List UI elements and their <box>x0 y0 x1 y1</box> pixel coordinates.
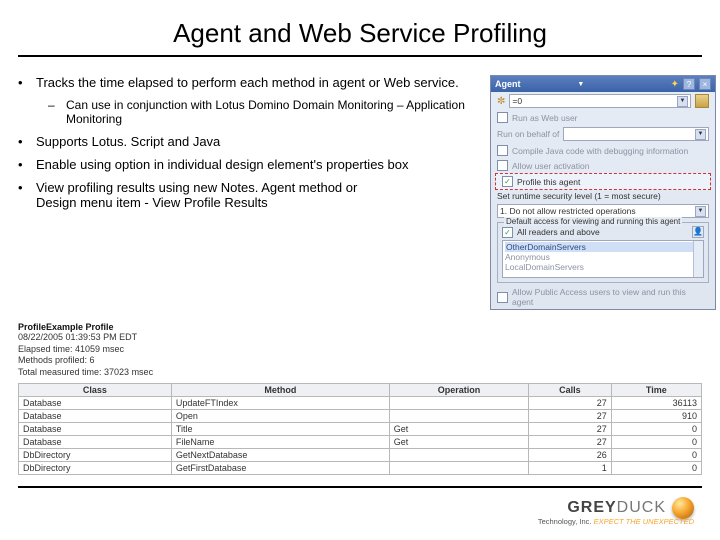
chk-activation-label: Allow user activation <box>512 161 589 171</box>
chevron-down-icon: ▼ <box>695 206 706 217</box>
logo-grey: GREY <box>567 499 616 516</box>
checkbox-activation[interactable] <box>497 160 508 171</box>
logo-sub2: EXPECT THE UNEXPECTED <box>594 517 694 526</box>
database-icon[interactable] <box>695 94 709 108</box>
bullet-1: Tracks the time elapsed to perform each … <box>36 75 480 90</box>
profile-total: Total measured time: 37023 msec <box>18 367 702 379</box>
chk-public-label: Allow Public Access users to view and ru… <box>512 287 709 307</box>
table-row: DatabaseFileNameGet270 <box>19 435 702 448</box>
profile-output: ProfileExample Profile 08/22/2005 01:39:… <box>18 322 702 475</box>
help-button[interactable]: ? <box>683 78 695 90</box>
checkbox-debug[interactable] <box>497 145 508 156</box>
chk-profile-label: Profile this agent <box>517 177 580 187</box>
col-operation: Operation <box>389 383 528 396</box>
bookmark-icon[interactable]: ✦ <box>671 79 679 90</box>
bullet-2: Supports Lotus. Script and Java <box>36 134 480 149</box>
profile-methods: Methods profiled: 6 <box>18 355 702 367</box>
run-behalf-row: Run on behalf of ▼ <box>491 125 715 143</box>
profile-header: ProfileExample Profile <box>18 322 702 332</box>
table-row: DatabaseUpdateFTIndex2736113 <box>19 396 702 409</box>
bullet-1-sub: Can use in conjunction with Lotus Domino… <box>66 98 480 126</box>
checkbox-profile[interactable]: ✓ <box>502 176 513 187</box>
col-time: Time <box>611 383 701 396</box>
all-readers-label: All readers and above <box>517 227 600 237</box>
dropdown-icon[interactable]: ▼ <box>577 81 584 88</box>
profile-elapsed: Elapsed time: 41059 msec <box>18 344 702 356</box>
profile-table: Class Method Operation Calls Time Databa… <box>18 383 702 475</box>
close-button[interactable]: × <box>699 78 711 90</box>
security-level-label: Set runtime security level (1 = most sec… <box>491 191 715 201</box>
default-access-fieldset: Default access for viewing and running t… <box>497 222 709 283</box>
logo-sub1: Technology, Inc. <box>538 517 592 526</box>
checkbox[interactable] <box>497 112 508 123</box>
fieldset-legend: Default access for viewing and running t… <box>504 217 682 226</box>
scrollbar[interactable] <box>693 241 703 277</box>
list-item[interactable]: LocalDomainServers <box>505 262 701 272</box>
panel-title: Agent <box>495 79 573 89</box>
table-row: DatabaseOpen27910 <box>19 409 702 422</box>
col-class: Class <box>19 383 172 396</box>
bullet-list: •Tracks the time elapsed to perform each… <box>18 75 490 310</box>
profile-timestamp: 08/22/2005 01:39:53 PM EDT <box>18 332 702 344</box>
chevron-down-icon: ▼ <box>677 96 688 107</box>
logo-duck: DUCK <box>617 499 666 516</box>
security-level-select[interactable]: 1. Do not allow restricted operations ▼ <box>497 204 709 218</box>
logo-orb-icon <box>672 497 694 519</box>
list-item[interactable]: Anonymous <box>505 252 701 262</box>
table-row: DbDirectoryGetFirstDatabase10 <box>19 461 702 474</box>
table-row: DatabaseTitleGet270 <box>19 422 702 435</box>
run-context-select[interactable]: =0 ▼ <box>509 94 691 108</box>
gear-icon: ✼ <box>497 96 505 107</box>
panel-titlebar: Agent ▼ ✦ ? × <box>491 76 715 92</box>
bullet-4: View profiling results using new Notes. … <box>36 180 480 210</box>
col-method: Method <box>171 383 389 396</box>
list-item[interactable]: OtherDomainServers <box>505 242 701 252</box>
logo: GREYDUCK Technology, Inc. EXPECT THE UNE… <box>538 497 694 526</box>
table-row: DbDirectoryGetNextDatabase260 <box>19 448 702 461</box>
slide-title: Agent and Web Service Profiling <box>0 0 720 55</box>
agent-properties-panel: Agent ▼ ✦ ? × ✼ =0 ▼ Run as Web user Run… <box>490 75 716 310</box>
bottom-divider <box>18 486 702 488</box>
readers-listbox[interactable]: OtherDomainServers Anonymous LocalDomain… <box>502 240 704 278</box>
chk-debug-label: Compile Java code with debugging informa… <box>512 146 688 156</box>
checkbox-public[interactable] <box>497 292 508 303</box>
checkbox-all-readers[interactable]: ✓ <box>502 227 513 238</box>
bullet-3: Enable using option in individual design… <box>36 157 480 172</box>
behalf-select[interactable]: ▼ <box>563 127 709 141</box>
person-icon[interactable]: 👤 <box>692 226 704 238</box>
col-calls: Calls <box>529 383 612 396</box>
run-web-user-row: Run as Web user <box>491 110 715 125</box>
